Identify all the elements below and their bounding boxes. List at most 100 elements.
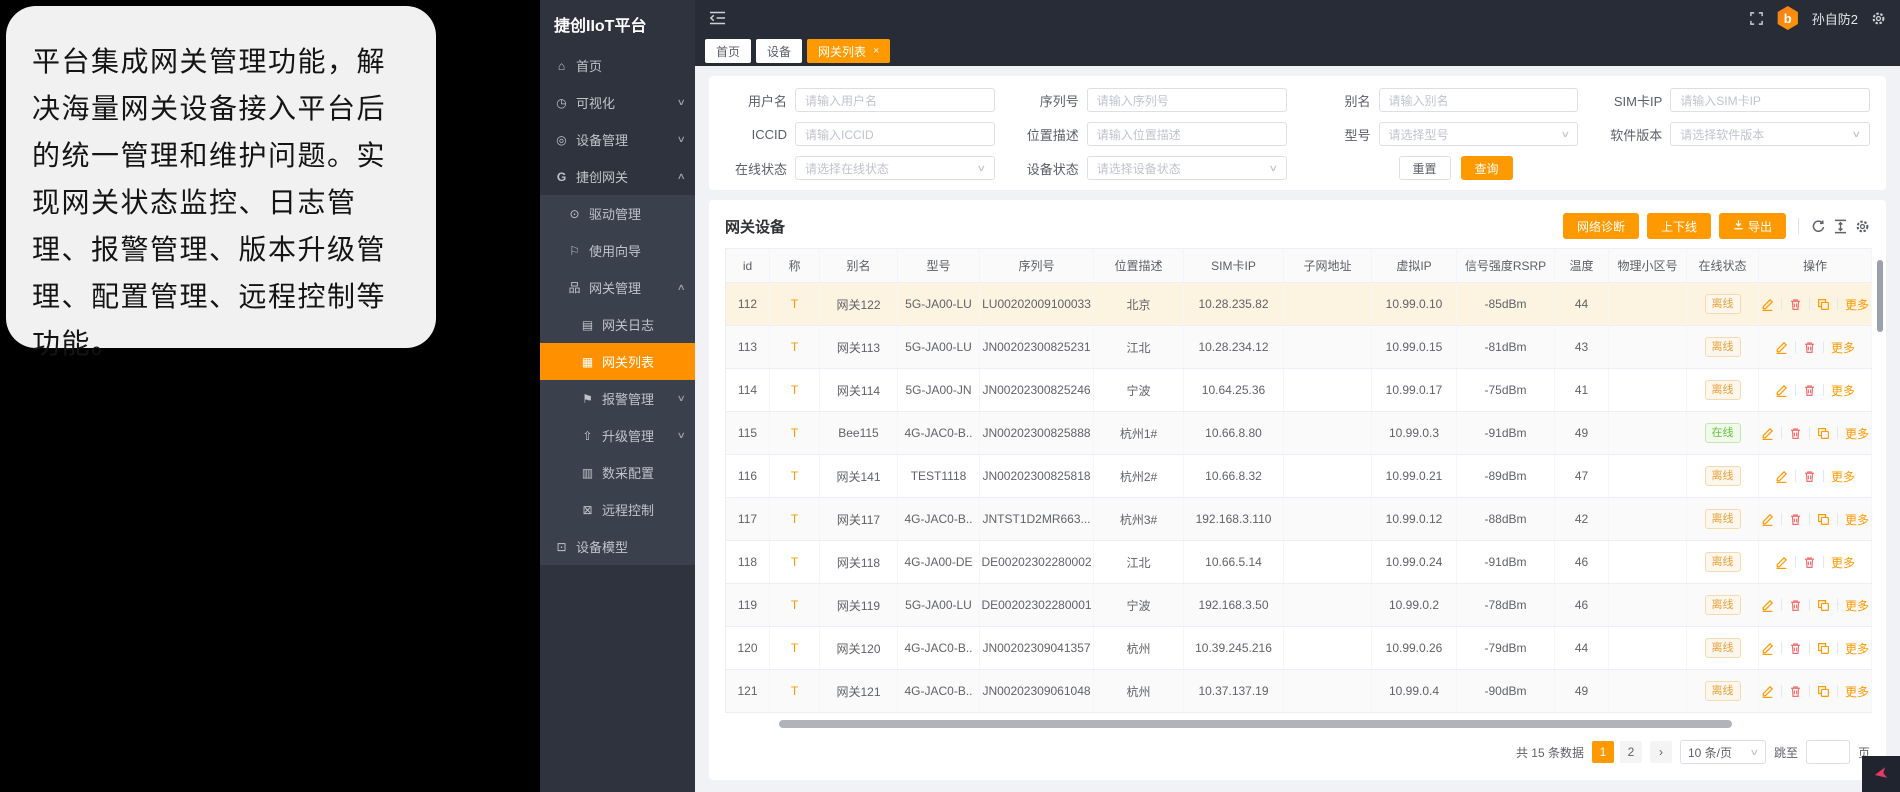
query-button[interactable]: 查询 <box>1461 156 1513 180</box>
more-link[interactable]: 更多 <box>1831 382 1855 399</box>
copy-icon[interactable] <box>1817 427 1830 440</box>
copy-icon[interactable] <box>1817 513 1830 526</box>
gateway-name-link[interactable]: T <box>791 641 798 655</box>
sidebar-item-jc-gateway[interactable]: G 捷创网关 ∧ <box>540 158 695 195</box>
gateway-name-link[interactable]: T <box>791 340 798 354</box>
select-型号[interactable]: 请选择型号 ∨ <box>1379 122 1579 146</box>
input-ICCID[interactable]: 请输入ICCID <box>795 122 995 146</box>
input-序列号[interactable]: 请输入序列号 <box>1087 88 1287 112</box>
sidebar-item-data-collection-config[interactable]: ▥ 数采配置 <box>540 454 695 491</box>
more-link[interactable]: 更多 <box>1845 296 1869 313</box>
edit-icon[interactable] <box>1775 556 1788 569</box>
edit-icon[interactable] <box>1761 685 1774 698</box>
sidebar-item-usage-guide[interactable]: ⚐ 使用向导 <box>540 232 695 269</box>
table-row[interactable]: 119 T 网关119 5G-JA00-LU DE00202302280001 … <box>726 584 1872 627</box>
settings-gear-icon[interactable] <box>1871 11 1886 26</box>
more-link[interactable]: 更多 <box>1845 425 1869 442</box>
gateway-name-link[interactable]: T <box>791 297 798 311</box>
edit-icon[interactable] <box>1761 427 1774 440</box>
sidebar-item-remote-control[interactable]: ⊠ 远程控制 <box>540 491 695 528</box>
more-link[interactable]: 更多 <box>1831 339 1855 356</box>
edit-icon[interactable] <box>1775 384 1788 397</box>
table-row[interactable]: 118 T 网关118 4G-JA00-DE DE00202302280002 … <box>726 541 1872 584</box>
reset-button[interactable]: 重置 <box>1399 156 1451 180</box>
copy-icon[interactable] <box>1817 599 1830 612</box>
input-用户名[interactable]: 请输入用户名 <box>795 88 995 112</box>
tab-网关列表[interactable]: 网关列表 × <box>807 39 890 63</box>
more-link[interactable]: 更多 <box>1845 511 1869 528</box>
tab-close-icon[interactable]: × <box>873 45 879 57</box>
delete-icon[interactable] <box>1789 642 1802 655</box>
refresh-icon[interactable] <box>1811 219 1826 234</box>
delete-icon[interactable] <box>1803 341 1816 354</box>
more-link[interactable]: 更多 <box>1831 468 1855 485</box>
input-别名[interactable]: 请输入别名 <box>1379 88 1579 112</box>
sidebar-item-gateway-management[interactable]: 品 网关管理 ∧ <box>540 269 695 306</box>
sidebar-item-driver-management[interactable]: ⊙ 驱动管理 <box>540 195 695 232</box>
delete-icon[interactable] <box>1789 298 1802 311</box>
edit-icon[interactable] <box>1761 599 1774 612</box>
sidebar-item-upgrade-management[interactable]: ⇧ 升级管理 ∨ <box>540 417 695 454</box>
tab-设备[interactable]: 设备 <box>756 39 802 63</box>
sidebar-item-alarm-management[interactable]: ⚑ 报警管理 ∨ <box>540 380 695 417</box>
sidebar-item-device-management[interactable]: ◎ 设备管理 ∨ <box>540 121 695 158</box>
more-link[interactable]: 更多 <box>1845 597 1869 614</box>
sidebar-item-device-model[interactable]: ⊡ 设备模型 <box>540 528 695 565</box>
copy-icon[interactable] <box>1817 685 1830 698</box>
select-软件版本[interactable]: 请选择软件版本 ∨ <box>1670 122 1870 146</box>
gateway-name-link[interactable]: T <box>791 383 798 397</box>
page-button-1[interactable]: 1 <box>1592 741 1614 763</box>
edit-icon[interactable] <box>1775 470 1788 483</box>
gateway-name-link[interactable]: T <box>791 469 798 483</box>
next-page-button[interactable]: › <box>1650 741 1672 763</box>
input-位置描述[interactable]: 请输入位置描述 <box>1087 122 1287 146</box>
horizontal-scrollbar[interactable] <box>779 720 1732 728</box>
table-row[interactable]: 116 T 网关141 TEST1118 JN00202300825818 杭州… <box>726 455 1872 498</box>
select-设备状态[interactable]: 请选择设备状态 ∨ <box>1087 156 1287 180</box>
table-row[interactable]: 113 T 网关113 5G-JA00-LU JN00202300825231 … <box>726 326 1872 369</box>
vertical-scrollbar[interactable] <box>1877 260 1883 332</box>
select-在线状态[interactable]: 请选择在线状态 ∨ <box>795 156 995 180</box>
gateway-name-link[interactable]: T <box>791 598 798 612</box>
gateway-name-link[interactable]: T <box>791 512 798 526</box>
copy-icon[interactable] <box>1817 642 1830 655</box>
delete-icon[interactable] <box>1789 599 1802 612</box>
fullscreen-icon[interactable] <box>1749 11 1764 26</box>
edit-icon[interactable] <box>1761 642 1774 655</box>
table-row[interactable]: 115 T Bee115 4G-JAC0-B.. JN0020230082588… <box>726 412 1872 455</box>
sidebar-collapse-icon[interactable] <box>709 11 726 25</box>
delete-icon[interactable] <box>1789 685 1802 698</box>
column-settings-icon[interactable] <box>1855 219 1870 234</box>
delete-icon[interactable] <box>1789 513 1802 526</box>
page-button-2[interactable]: 2 <box>1620 741 1642 763</box>
table-row[interactable]: 112 T 网关122 5G-JA00-LU LU00202009100033 … <box>726 283 1872 326</box>
online-offline-button[interactable]: 上下线 <box>1647 213 1711 239</box>
delete-icon[interactable] <box>1803 470 1816 483</box>
sidebar-item-home[interactable]: ⌂ 首页 <box>540 47 695 84</box>
delete-icon[interactable] <box>1789 427 1802 440</box>
more-link[interactable]: 更多 <box>1845 683 1869 700</box>
export-button[interactable]: 导出 <box>1719 213 1786 239</box>
table-row[interactable]: 120 T 网关120 4G-JAC0-B.. JN00202309041357… <box>726 627 1872 670</box>
edit-icon[interactable] <box>1761 298 1774 311</box>
username[interactable]: 孙自防2 <box>1812 9 1858 28</box>
input-SIM卡IP[interactable]: 请输入SIM卡IP <box>1670 88 1870 112</box>
delete-icon[interactable] <box>1803 384 1816 397</box>
edit-icon[interactable] <box>1761 513 1774 526</box>
more-link[interactable]: 更多 <box>1831 554 1855 571</box>
table-row[interactable]: 121 T 网关121 4G-JAC0-B.. JN00202309061048… <box>726 670 1872 713</box>
sidebar-item-gateway-log[interactable]: ▤ 网关日志 <box>540 306 695 343</box>
sidebar-item-visualization[interactable]: ◷ 可视化 ∨ <box>540 84 695 121</box>
tab-首页[interactable]: 首页 <box>705 39 751 63</box>
density-icon[interactable] <box>1834 219 1847 234</box>
table-row[interactable]: 117 T 网关117 4G-JAC0-B.. JNTST1D2MR663...… <box>726 498 1872 541</box>
network-diagnose-button[interactable]: 网络诊断 <box>1563 213 1639 239</box>
table-row[interactable]: 114 T 网关114 5G-JA00-JN JN00202300825246 … <box>726 369 1872 412</box>
page-size-select[interactable]: 10 条/页 ∨ <box>1680 740 1766 764</box>
copy-icon[interactable] <box>1817 298 1830 311</box>
gateway-name-link[interactable]: T <box>791 555 798 569</box>
sidebar-item-gateway-list[interactable]: ▦ 网关列表 <box>540 343 695 380</box>
more-link[interactable]: 更多 <box>1845 640 1869 657</box>
gateway-name-link[interactable]: T <box>791 426 798 440</box>
gateway-name-link[interactable]: T <box>791 684 798 698</box>
